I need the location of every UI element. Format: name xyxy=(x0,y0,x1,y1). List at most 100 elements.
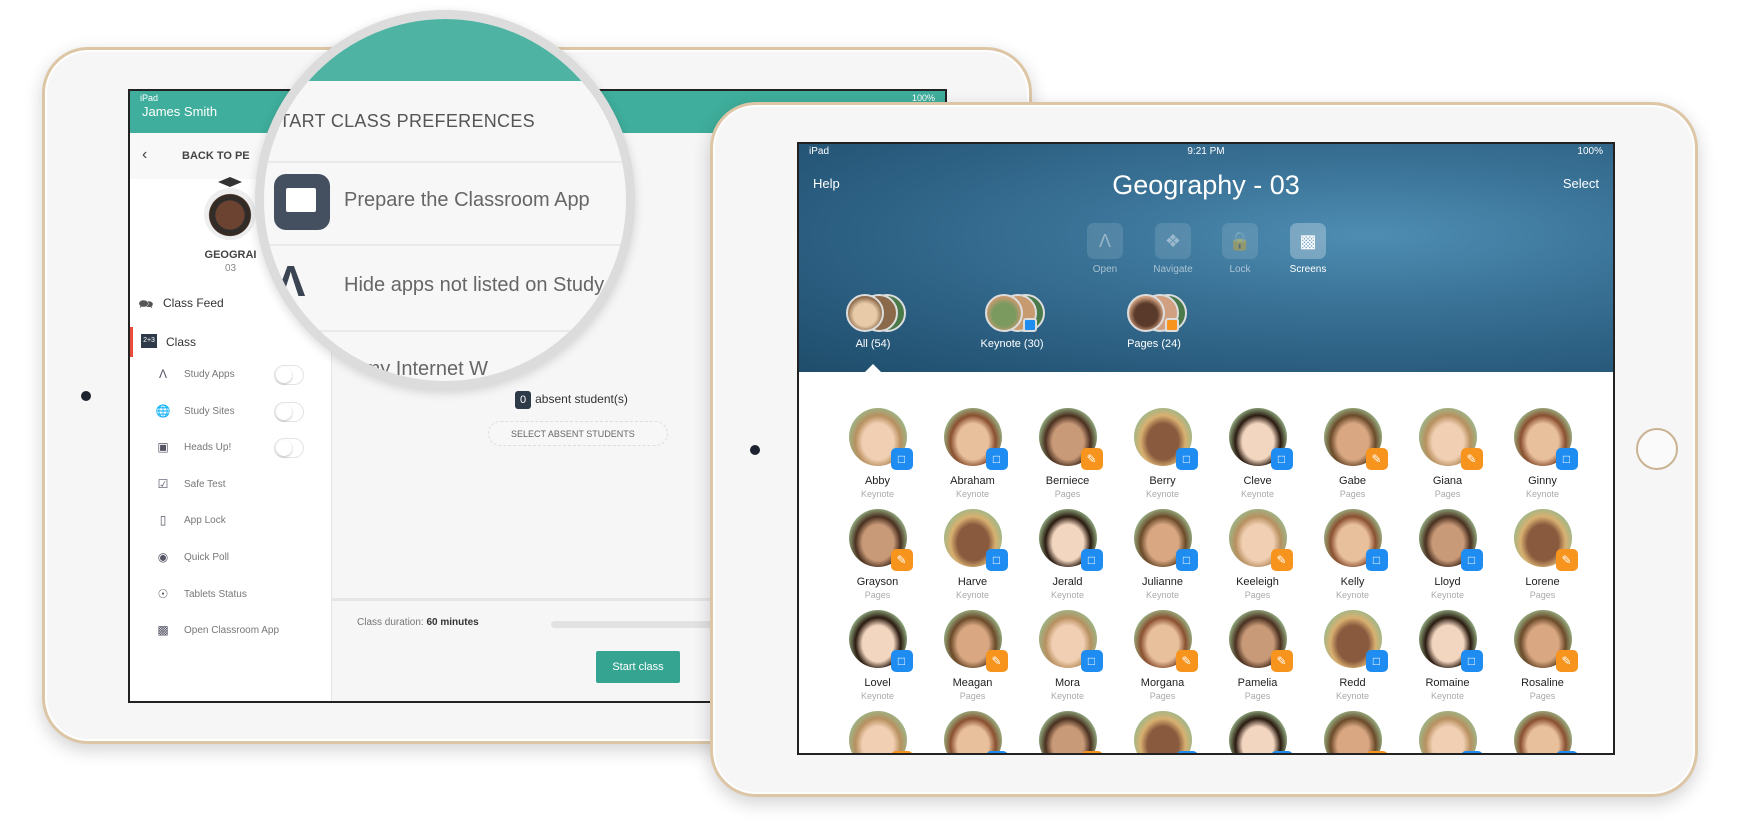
keynote-badge-icon: □ xyxy=(1460,650,1483,672)
action-label: Screens xyxy=(1289,264,1327,275)
keynote-badge-icon: □ xyxy=(1270,751,1293,753)
subitem-label: Tablets Status xyxy=(184,588,247,600)
action-label: Lock xyxy=(1229,264,1251,275)
student-avatar: □ xyxy=(943,711,1008,753)
subitem-label: Safe Test xyxy=(184,478,226,490)
student-tile[interactable]: ✎ Giana Pages xyxy=(1400,408,1495,499)
student-avatar: □ xyxy=(1228,408,1293,470)
action-navigate-button[interactable]: ❖ Navigate xyxy=(1143,223,1203,275)
student-tile[interactable]: ✎ xyxy=(1305,711,1400,753)
keynote-badge-icon: □ xyxy=(1460,549,1483,571)
toggle-switch[interactable] xyxy=(274,365,304,385)
student-name: Harve xyxy=(957,576,988,588)
keynote-badge-icon: □ xyxy=(985,751,1008,753)
student-tile[interactable]: ✎ Rosaline Pages xyxy=(1495,610,1590,701)
checklist-icon: ☑ xyxy=(157,476,169,491)
student-tile[interactable]: □ Jerald Keynote xyxy=(1020,509,1115,600)
student-tile[interactable]: ✎ xyxy=(1020,711,1115,753)
student-tile[interactable]: ✎ Morgana Pages xyxy=(1115,610,1210,701)
student-avatar: □ xyxy=(848,408,913,470)
student-tile[interactable]: ✎ Keeleigh Pages xyxy=(1210,509,1305,600)
student-tile[interactable]: ✎ Meagan Pages xyxy=(925,610,1020,701)
student-tile[interactable]: □ xyxy=(1400,711,1495,753)
group-filter[interactable]: Pages (24) xyxy=(1099,294,1209,350)
student-tile[interactable]: ✎ Lorene Pages xyxy=(1495,509,1590,600)
student-tile[interactable]: □ xyxy=(1210,711,1305,753)
screen-icon: ▩ xyxy=(1290,223,1326,259)
group-avatars xyxy=(977,294,1047,334)
student-tile[interactable]: □ xyxy=(1115,711,1210,753)
toggle-switch[interactable] xyxy=(274,401,304,422)
subitem-label: Study Sites xyxy=(184,405,235,417)
student-name: Lloyd xyxy=(1434,576,1461,588)
action-screens-button[interactable]: ▩ Screens xyxy=(1278,223,1338,275)
student-avatar: ✎ xyxy=(1228,610,1293,672)
student-tile[interactable]: □ xyxy=(925,711,1020,753)
group-label: Keynote (30) xyxy=(980,338,1044,350)
sidebar-subitem[interactable]: ▩ Open Classroom App xyxy=(130,617,331,645)
student-tile[interactable]: ✎ xyxy=(830,711,925,753)
student-tile[interactable]: □ Harve Keynote xyxy=(925,509,1020,600)
sidebar-subitem[interactable]: ☉ Tablets Status xyxy=(130,581,331,609)
student-name: Abraham xyxy=(950,475,995,487)
student-avatar: □ xyxy=(1418,509,1483,571)
compass-icon: ❖ xyxy=(1155,223,1191,259)
pref-internet[interactable]: Apply my Internet W xyxy=(308,358,488,381)
keynote-badge-icon: □ xyxy=(1460,751,1483,753)
student-tile[interactable]: □ Berry Keynote xyxy=(1115,408,1210,499)
student-tile[interactable]: □ Julianne Keynote xyxy=(1115,509,1210,600)
student-tile[interactable]: □ Cleve Keynote xyxy=(1210,408,1305,499)
student-avatar: □ xyxy=(1418,711,1483,753)
keynote-badge-icon: □ xyxy=(985,549,1008,571)
student-tile[interactable]: ✎ Grayson Pages xyxy=(830,509,925,600)
pages-badge-icon: ✎ xyxy=(985,650,1008,672)
student-tile[interactable]: □ Abraham Keynote xyxy=(925,408,1020,499)
student-name: Morgana xyxy=(1140,677,1185,689)
student-tile[interactable]: ✎ Gabe Pages xyxy=(1305,408,1400,499)
student-name: Cleve xyxy=(1243,475,1272,487)
student-tile[interactable]: □ xyxy=(1495,711,1590,753)
toggle-switch[interactable] xyxy=(274,438,304,459)
student-tile[interactable]: □ Lovel Keynote xyxy=(830,610,925,701)
home-button[interactable] xyxy=(1636,428,1678,470)
status-battery: 100% xyxy=(1577,146,1603,157)
sidebar-subitem[interactable]: ☑ Safe Test xyxy=(130,471,331,499)
student-tile[interactable]: □ Romaine Keynote xyxy=(1400,610,1495,701)
student-tile[interactable]: □ Kelly Keynote xyxy=(1305,509,1400,600)
pref-hide-apps[interactable]: Hide apps not listed on Study xyxy=(344,274,604,297)
pages-badge-icon: ✎ xyxy=(1555,549,1578,571)
pref-prepare-classroom[interactable]: Prepare the Classroom App xyxy=(344,189,590,212)
student-name: Romaine xyxy=(1425,677,1470,689)
student-tile[interactable]: ✎ Pamelia Pages xyxy=(1210,610,1305,701)
student-tile[interactable]: □ Redd Keynote xyxy=(1305,610,1400,701)
student-avatar: ✎ xyxy=(1228,509,1293,571)
student-avatar: ✎ xyxy=(1323,711,1388,753)
sidebar-subitem[interactable]: Λ Study Apps xyxy=(130,361,331,389)
student-avatar: ✎ xyxy=(1133,610,1198,672)
start-class-button[interactable]: Start class xyxy=(596,651,680,683)
student-tile[interactable]: □ Abby Keynote xyxy=(830,408,925,499)
sidebar-subitem[interactable]: ▣ Heads Up! xyxy=(130,434,331,462)
select-absent-students-button[interactable]: SELECT ABSENT STUDENTS xyxy=(488,421,668,446)
group-filter[interactable]: All (54) xyxy=(818,294,928,350)
absent-label: absent student(s) xyxy=(535,392,628,406)
student-avatar: ✎ xyxy=(1513,509,1578,571)
user-name: James Smith xyxy=(142,104,218,119)
student-tile[interactable]: □ Lloyd Keynote xyxy=(1400,509,1495,600)
student-app: Pages xyxy=(1529,590,1556,600)
keynote-badge-icon: □ xyxy=(1555,448,1578,470)
student-avatar: □ xyxy=(1323,610,1388,672)
student-tile[interactable]: □ Ginny Keynote xyxy=(1495,408,1590,499)
action-lock-button[interactable]: 🔒 Lock xyxy=(1210,223,1270,275)
sidebar-subitem[interactable]: 🌐 Study Sites xyxy=(130,398,331,426)
student-tile[interactable]: □ Mora Keynote xyxy=(1020,610,1115,701)
group-filter[interactable]: Keynote (30) xyxy=(957,294,1067,350)
class-duration: Class duration: 60 minutes xyxy=(357,617,479,628)
sidebar-subitem[interactable]: ◉ Quick Poll xyxy=(130,544,331,572)
magnifier-callout: START CLASS PREFERENCES Prepare the Clas… xyxy=(255,10,635,390)
student-app: Keynote xyxy=(1430,691,1465,701)
sidebar-subitem[interactable]: ▯ App Lock xyxy=(130,507,331,535)
action-open-button[interactable]: Λ Open xyxy=(1075,223,1135,275)
student-tile[interactable]: ✎ Berniece Pages xyxy=(1020,408,1115,499)
student-name: Berniece xyxy=(1045,475,1090,487)
